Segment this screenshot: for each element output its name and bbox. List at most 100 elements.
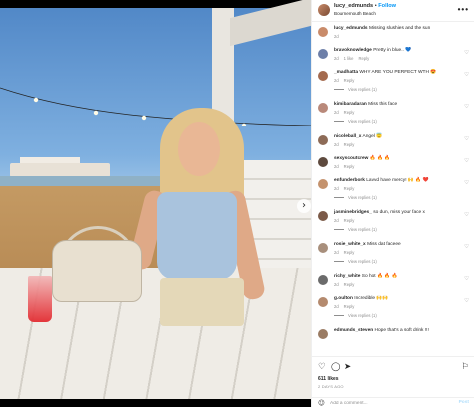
view-replies-button[interactable]: View replies (1) bbox=[334, 227, 377, 232]
avatar[interactable] bbox=[318, 103, 328, 113]
comment-username[interactable]: bravoknowledge bbox=[334, 48, 372, 53]
view-replies-button[interactable]: View replies (1) bbox=[334, 259, 377, 264]
comment-timestamp: 2d bbox=[334, 56, 339, 61]
comment-username[interactable]: g.oulton bbox=[334, 296, 353, 301]
comments-list[interactable]: lucy_edmunds Missing slushies and the su… bbox=[312, 23, 474, 355]
post-date: 2 DAYS AGO bbox=[318, 384, 344, 389]
comment-username[interactable]: rosie_white_x bbox=[334, 242, 366, 247]
avatar[interactable] bbox=[318, 329, 328, 339]
follow-button[interactable]: Follow bbox=[378, 3, 396, 9]
avatar[interactable] bbox=[318, 297, 328, 307]
view-replies-button[interactable]: View replies (1) bbox=[334, 313, 377, 318]
post-username[interactable]: lucy_edmunds bbox=[334, 3, 373, 9]
comment-username[interactable]: _madhatta bbox=[334, 70, 358, 75]
paper-plane-icon[interactable]: ➤ bbox=[344, 362, 351, 372]
comment-username[interactable]: nicoleball_x bbox=[334, 134, 361, 139]
avatar[interactable] bbox=[318, 49, 328, 59]
like-count[interactable]: 611 likes bbox=[318, 376, 339, 382]
small-heart-icon[interactable]: ♡ bbox=[464, 212, 469, 218]
person-top bbox=[157, 192, 237, 280]
reply-button[interactable]: Reply bbox=[344, 186, 355, 191]
comment-timestamp: 2d bbox=[334, 34, 339, 39]
comment-row: kimibaradaran Miss this face 2d Reply View … bbox=[312, 101, 474, 129]
smiley-icon[interactable]: ☺ bbox=[318, 399, 325, 407]
comment-username[interactable]: lucy_edmunds bbox=[334, 26, 368, 31]
comment-username[interactable]: edmunds_steven bbox=[334, 328, 373, 333]
avatar[interactable] bbox=[318, 179, 328, 189]
handbag bbox=[52, 240, 142, 302]
reply-button[interactable]: Reply bbox=[344, 304, 355, 309]
reply-button[interactable]: Reply bbox=[344, 250, 355, 255]
avatar[interactable] bbox=[318, 27, 328, 37]
reply-button[interactable]: Reply bbox=[344, 164, 355, 169]
avatar[interactable] bbox=[318, 157, 328, 167]
small-heart-icon[interactable]: ♡ bbox=[464, 136, 469, 142]
small-heart-icon[interactable]: ♡ bbox=[464, 158, 469, 164]
small-heart-icon[interactable]: ♡ bbox=[464, 244, 469, 250]
comment-text: rosie_white_x Miss dat faceee bbox=[334, 242, 456, 248]
comment-timestamp: 2d bbox=[334, 250, 339, 255]
avatar[interactable] bbox=[318, 243, 328, 253]
comment-row: _madhatta WHY ARE YOU PERFECT WTH 😍 2d Rep… bbox=[312, 69, 474, 97]
comment-body: 🔥 🔥 🔥 bbox=[369, 156, 391, 161]
small-heart-icon[interactable]: ♡ bbox=[464, 298, 469, 304]
comment-meta: 2d Reply bbox=[334, 78, 359, 83]
avatar[interactable] bbox=[318, 135, 328, 145]
reply-button[interactable]: Reply bbox=[344, 218, 355, 223]
small-heart-icon[interactable]: ♡ bbox=[464, 104, 469, 110]
comment-username[interactable]: richy_white bbox=[334, 274, 360, 279]
heart-outline-icon[interactable]: ♡ bbox=[318, 362, 326, 372]
comment-row: g.oulton Incredible 🙌🙌 2d Reply View replie… bbox=[312, 295, 474, 323]
comment-username[interactable]: kimibaradaran bbox=[334, 102, 367, 107]
view-replies-button[interactable]: View replies (1) bbox=[334, 87, 377, 92]
comment-username[interactable]: sexyscoutcrew bbox=[334, 156, 368, 161]
small-heart-icon[interactable]: ♡ bbox=[464, 50, 469, 56]
separator-dot: • bbox=[374, 3, 377, 9]
comment-username[interactable]: jasminebridges_ bbox=[334, 210, 372, 215]
comment-timestamp: 2d bbox=[334, 142, 339, 147]
comment-like-count[interactable]: 1 like bbox=[344, 56, 354, 61]
reply-button[interactable]: Reply bbox=[344, 142, 355, 147]
small-heart-icon[interactable]: ♡ bbox=[464, 180, 469, 186]
pier bbox=[10, 163, 110, 177]
comment-row: lucy_edmunds Missing slushies and the su… bbox=[312, 25, 474, 43]
reply-button[interactable]: Reply bbox=[344, 110, 355, 115]
reply-button[interactable]: Reply bbox=[358, 56, 369, 61]
comment-meta: 2d Reply bbox=[334, 250, 359, 255]
small-heart-icon[interactable]: ♡ bbox=[464, 276, 469, 282]
comment-input[interactable] bbox=[330, 399, 440, 407]
comment-timestamp: 2d bbox=[334, 186, 339, 191]
avatar[interactable] bbox=[318, 275, 328, 285]
post-photo: › bbox=[0, 0, 311, 407]
comment-meta: 2d bbox=[334, 34, 344, 39]
post-comment-button[interactable]: Post bbox=[459, 400, 469, 405]
reply-button[interactable]: Reply bbox=[344, 282, 355, 287]
comment-bubble-icon[interactable]: ◯ bbox=[331, 362, 341, 372]
comment-meta: 2d Reply bbox=[334, 110, 359, 115]
comment-text: sexyscoutcrew 🔥 🔥 🔥 bbox=[334, 156, 456, 162]
avatar[interactable] bbox=[318, 71, 328, 81]
comment-body: WHY ARE YOU PERFECT WTH 😍 bbox=[359, 70, 437, 75]
comment-text: nicoleball_x Angel 😇 bbox=[334, 134, 456, 140]
slushie-drink bbox=[28, 276, 52, 322]
small-heart-icon[interactable]: ♡ bbox=[464, 72, 469, 78]
bookmark-icon[interactable]: ⚐ bbox=[461, 362, 469, 372]
comment-text: kimibaradaran Miss this face bbox=[334, 102, 456, 108]
comment-username[interactable]: enfunderbork bbox=[334, 178, 365, 183]
string-lights bbox=[0, 87, 311, 126]
avatar[interactable] bbox=[318, 211, 328, 221]
reply-button[interactable]: Reply bbox=[344, 78, 355, 83]
comment-text: edmunds_steven Hope that's a soft drink … bbox=[334, 328, 456, 334]
post-location[interactable]: Bournemouth Beach bbox=[334, 11, 376, 16]
comment-body: Hope that's a soft drink !!! bbox=[374, 328, 429, 333]
comment-text: bravoknowledge Pretty in blue.. 💙 bbox=[334, 48, 456, 54]
comment-body: Miss dat faceee bbox=[367, 242, 401, 247]
comment-meta: 2d 1 like Reply bbox=[334, 56, 374, 61]
chevron-right-icon[interactable]: › bbox=[297, 199, 311, 213]
more-options-icon[interactable]: ••• bbox=[458, 5, 469, 14]
view-replies-button[interactable]: View replies (1) bbox=[334, 195, 377, 200]
comment-row: bravoknowledge Pretty in blue.. 💙 2d 1 lik… bbox=[312, 47, 474, 65]
view-replies-button[interactable]: View replies (1) bbox=[334, 119, 377, 124]
comment-row: enfunderbork Lavvd have mercy! 🙌 🔥 ❤️ 2d R… bbox=[312, 177, 474, 205]
avatar[interactable] bbox=[318, 4, 330, 16]
